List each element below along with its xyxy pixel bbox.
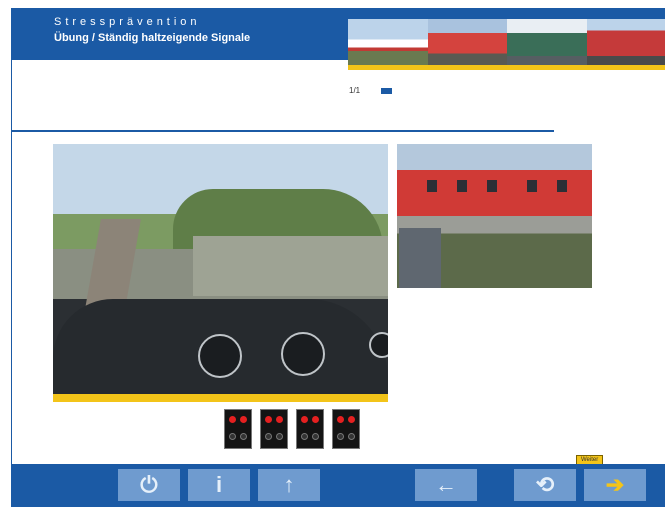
arrow-up-icon: ↑ [283,472,295,497]
module-title: Stressprävention [54,16,201,28]
page-marker [381,88,392,94]
signal-card-3[interactable] [296,409,324,449]
red-lamp-icon [348,416,355,423]
signal-card-4[interactable] [332,409,360,449]
red-lamp-icon [312,416,319,423]
photo-wall [193,236,388,296]
signal-card-2[interactable] [260,409,288,449]
photo-accent-bar [53,394,388,402]
signal-card-1[interactable] [224,409,252,449]
off-lamp-icon [240,433,247,440]
header-accent-strip [348,65,665,70]
bottom-nav: ⏻ i ↑ ← ⟲ ➔ [12,464,665,507]
off-lamp-icon [348,433,355,440]
red-lamp-icon [276,416,283,423]
red-lamp-icon [301,416,308,423]
off-lamp-icon [301,433,308,440]
train-window [427,180,437,192]
train-window [487,180,497,192]
header-photo-train-red [427,19,507,65]
red-lamp-icon [240,416,247,423]
exercise-title: Übung / Ständig haltzeigende Signale [54,32,251,44]
power-icon: ⏻ [140,472,158,497]
arrow-left-icon: ← [435,472,457,497]
train-window [557,180,567,192]
up-button[interactable]: ↑ [258,469,320,501]
power-button[interactable]: ⏻ [118,469,180,501]
train-window [527,180,537,192]
header-photo-locomotive [507,19,587,65]
photo-track [85,219,141,309]
red-lamp-icon [337,416,344,423]
header-photo-train-white [348,19,428,65]
speed-gauge [198,334,242,378]
next-button[interactable]: ➔ [584,469,646,501]
red-lamp-icon [229,416,236,423]
header-photo-train-front [586,19,665,65]
station-photo [397,144,592,288]
off-lamp-icon [337,433,344,440]
red-lamp-icon [265,416,272,423]
pressure-gauge [281,332,325,376]
off-lamp-icon [229,433,236,440]
back-button[interactable]: ← [415,469,477,501]
small-gauge [369,332,388,358]
info-button[interactable]: i [188,469,250,501]
off-lamp-icon [265,433,272,440]
cab-view-photo [53,144,388,394]
section-divider [12,130,554,132]
info-icon: i [215,472,223,497]
header-photo-strip [348,19,665,69]
reload-button[interactable]: ⟲ [514,469,576,501]
signal-options [224,409,360,449]
app-frame: Stressprävention Übung / Ständig haltzei… [11,8,665,507]
platform-pillar [399,228,441,288]
off-lamp-icon [276,433,283,440]
arrow-right-icon: ➔ [605,472,625,497]
page-indicator: 1/1 [349,86,361,95]
reload-icon: ⟲ [535,472,555,497]
off-lamp-icon [312,433,319,440]
train-window [457,180,467,192]
